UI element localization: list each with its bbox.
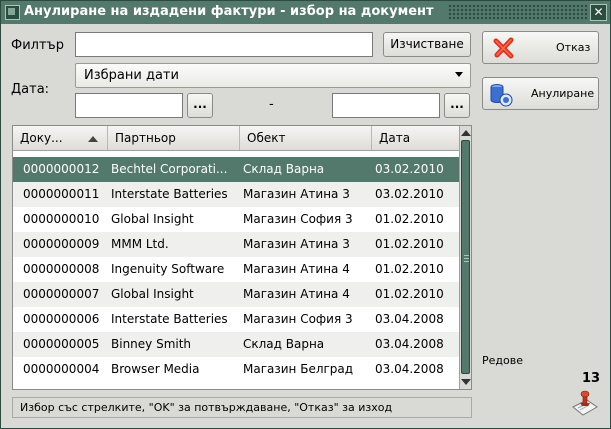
red-x-icon (493, 37, 514, 59)
cell-site: Магазин Атина 3 (243, 237, 350, 251)
scrollbar-thumb[interactable] (461, 140, 470, 374)
cell-site: Магазин София 3 (243, 212, 353, 226)
clear-button[interactable]: Изчистване (383, 32, 471, 57)
cell-date: 01.02.2010 (375, 212, 444, 226)
cell-document-number: 0000000010 (23, 212, 100, 226)
documents-grid[interactable]: Доку... Партньор Обект Дата 0000000012 Be… (12, 125, 472, 390)
title-bar-texture (448, 4, 588, 21)
cell-partner: Browser Media (111, 362, 200, 376)
title-bar[interactable]: Анулиране на издадени фактури - избор на… (1, 1, 610, 24)
cell-site: Склад Варна (243, 337, 325, 351)
cell-site: Склад Варна (243, 162, 325, 176)
window-menu-icon[interactable] (5, 5, 20, 20)
column-header-site[interactable]: Обект (240, 126, 372, 150)
date-mode-select[interactable]: Избрани дати (75, 63, 471, 88)
cell-document-number: 0000000011 (23, 187, 100, 201)
cell-site: Магазин Атина 4 (243, 287, 350, 301)
cancel-button[interactable]: Отказ (482, 31, 599, 64)
cell-date: 03.04.2008 (375, 312, 444, 326)
window-title: Анулиране на издадени фактури - избор на… (24, 4, 434, 19)
table-row[interactable]: 0000000006 Interstate Batteries Магазин Со… (13, 307, 459, 332)
cell-partner: Global Insight (111, 287, 194, 301)
close-button[interactable]: ✕ (590, 4, 607, 21)
table-row[interactable]: 0000000007 Global Insight Магазин Атина 4 0… (13, 282, 459, 307)
scroll-down-arrow-icon[interactable] (461, 379, 471, 385)
sort-ascending-icon (88, 136, 98, 142)
scrollbar-grip (464, 261, 469, 262)
date-from-pick-button[interactable]: ... (187, 93, 213, 118)
cell-document-number: 0000000006 (23, 312, 100, 326)
cell-site: Магазин София 3 (243, 312, 353, 326)
cancel-button-label: Отказ (556, 41, 591, 54)
cell-document-number: 0000000004 (23, 362, 100, 376)
date-to-input[interactable] (332, 93, 440, 118)
scrollbar-grip (464, 255, 469, 256)
cell-site: Магазин Атина 3 (243, 187, 350, 201)
stamp-icon[interactable] (569, 387, 599, 417)
cell-document-number: 0000000009 (23, 237, 100, 251)
cell-date: 03.02.2010 (375, 187, 444, 201)
table-row[interactable]: 0000000012 Bechtel Corporati... Склад Варн… (13, 157, 459, 182)
cell-partner: Global Insight (111, 212, 194, 226)
status-bar: Избор със стрелките, "OK" за потвърждава… (12, 397, 472, 418)
cell-partner: Interstate Batteries (111, 312, 228, 326)
date-range-separator: - (269, 97, 274, 112)
date-label: Дата: (11, 82, 50, 97)
cell-date: 03.04.2008 (375, 337, 444, 351)
cell-document-number: 0000000008 (23, 262, 100, 276)
column-header-document-label: Доку... (20, 131, 63, 145)
date-mode-value: Избрани дати (84, 68, 179, 83)
cell-partner: Bechtel Corporati... (111, 162, 228, 176)
filter-input[interactable] (75, 32, 373, 57)
dialog-window: Анулиране на издадени фактури - избор на… (0, 0, 611, 429)
table-row[interactable]: 0000000010 Global Insight Магазин София 3 0… (13, 207, 459, 232)
table-row[interactable]: 0000000008 Ingenuity Software Магазин Атин… (13, 257, 459, 282)
cell-date: 01.02.2010 (375, 237, 444, 251)
cell-date: 01.02.2010 (375, 287, 444, 301)
table-row[interactable]: 0000000011 Interstate Batteries Магазин Ат… (13, 182, 459, 207)
grid-rows: 0000000012 Bechtel Corporati... Склад Варн… (13, 157, 459, 382)
cell-partner: Interstate Batteries (111, 187, 228, 201)
cell-document-number: 0000000005 (23, 337, 100, 351)
chevron-down-icon (455, 72, 463, 77)
blue-cylinder-icon (490, 84, 513, 107)
cell-site: Магазин Белград (243, 362, 354, 376)
scroll-up-arrow-icon[interactable] (461, 130, 471, 136)
grid-header: Доку... Партньор Обект Дата (13, 126, 459, 151)
cell-partner: MMM Ltd. (111, 237, 169, 251)
annul-button[interactable]: Анулиране (482, 77, 599, 110)
rows-label: Редове (482, 354, 523, 367)
cell-partner: Binney Smith (111, 337, 192, 351)
column-header-partner[interactable]: Партньор (108, 126, 240, 150)
cell-document-number: 0000000007 (23, 287, 100, 301)
table-row[interactable]: 0000000004 Browser Media Магазин Белград 03… (13, 357, 459, 382)
date-from-input[interactable] (75, 93, 183, 118)
column-header-date[interactable]: Дата (372, 126, 459, 150)
table-row[interactable]: 0000000005 Binney Smith Склад Варна 03.04.2… (13, 332, 459, 357)
date-to-pick-button[interactable]: ... (444, 93, 470, 118)
cell-date: 03.04.2008 (375, 362, 444, 376)
cell-date: 03.02.2010 (375, 162, 444, 176)
annul-button-label: Анулиране (531, 87, 595, 100)
filter-label: Филтър (11, 38, 64, 53)
cell-date: 01.02.2010 (375, 262, 444, 276)
vertical-scrollbar[interactable] (459, 126, 471, 389)
cell-document-number: 0000000012 (23, 162, 100, 176)
table-row[interactable]: 0000000009 MMM Ltd. Магазин Атина 3 01.02.2… (13, 232, 459, 257)
cell-partner: Ingenuity Software (111, 262, 225, 276)
scrollbar-grip (464, 258, 469, 259)
rows-count: 13 (582, 371, 601, 386)
cell-site: Магазин Атина 4 (243, 262, 350, 276)
